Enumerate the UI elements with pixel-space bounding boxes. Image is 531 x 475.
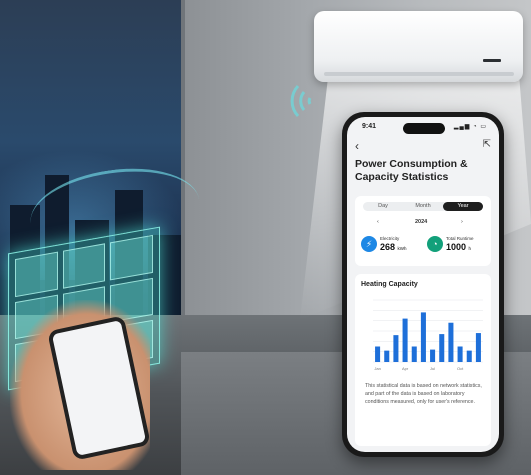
x-tick-label: Oct [457,366,464,371]
chart-title: Heating Capacity [361,281,418,288]
tab-month[interactable]: Month [403,202,443,211]
bar-May [411,346,417,362]
stat-label: Total Runtime [446,236,474,241]
status-time: 9:41 [362,123,377,130]
summary-card: Day Month Year ‹ 2024 › ⚡ Electricity 26… [355,196,491,266]
ac-brand-logo [483,59,501,62]
electricity-stat: ⚡ Electricity 268 kWh [361,234,423,260]
disclaimer-note: This statistical data is based on networ… [365,383,482,405]
bar-Dec [475,333,481,362]
share-icon[interactable]: ⇱ [483,139,491,150]
year-label: 2024 [415,219,428,225]
bar-Nov [466,350,472,362]
x-tick-label: Jan [374,366,380,371]
bar-Sep [448,322,454,362]
page-title: Power Consumption & Capacity Statistics [355,158,468,183]
tab-day[interactable]: Day [363,202,403,211]
stat-unit: kWh [397,246,407,251]
x-tick-label: Apr [402,366,409,371]
bar-Aug [439,334,445,362]
status-icons: ▂▄▆ ◔ ▭ [453,124,487,130]
bar-Mar [393,335,399,362]
bar-Jul [430,349,436,362]
runtime-stat: ◔ Total Runtime 1000 h [427,234,489,260]
stat-unit: h [468,246,472,251]
dynamic-island [403,123,445,134]
phone-screen: 9:41 ▂▄▆ ◔ ▭ ‹ ⇱ Power Consumption & Cap… [347,117,499,452]
next-year-button[interactable]: › [461,219,463,225]
back-chevron-icon[interactable]: ‹ [355,139,359,153]
tab-year[interactable]: Year [443,202,483,211]
x-tick-label: Jul [430,366,435,371]
bar-Jan [375,346,381,362]
smartphone: 9:41 ▂▄▆ ◔ ▭ ‹ ⇱ Power Consumption & Cap… [342,112,504,457]
bar-Jun [420,312,426,362]
heating-capacity-bar-chart: Jan Apr Jul Oct [373,299,483,371]
stat-value: 268 [380,242,396,252]
bar-Apr [402,318,408,362]
stat-label: Electricity [380,236,400,241]
wireless-signal-icon [290,84,312,118]
stat-value: 1000 [446,242,467,252]
clock-icon: ◔ [427,236,443,252]
lightning-icon: ⚡ [361,236,377,252]
period-segmented-control: Day Month Year [363,202,483,211]
bar-Oct [457,346,463,362]
previous-year-button[interactable]: ‹ [377,219,379,225]
air-conditioner-unit [314,11,523,82]
heating-capacity-card: Heating Capacity Jan Apr Jul Oct This stati… [355,274,491,446]
bar-Feb [384,350,390,362]
